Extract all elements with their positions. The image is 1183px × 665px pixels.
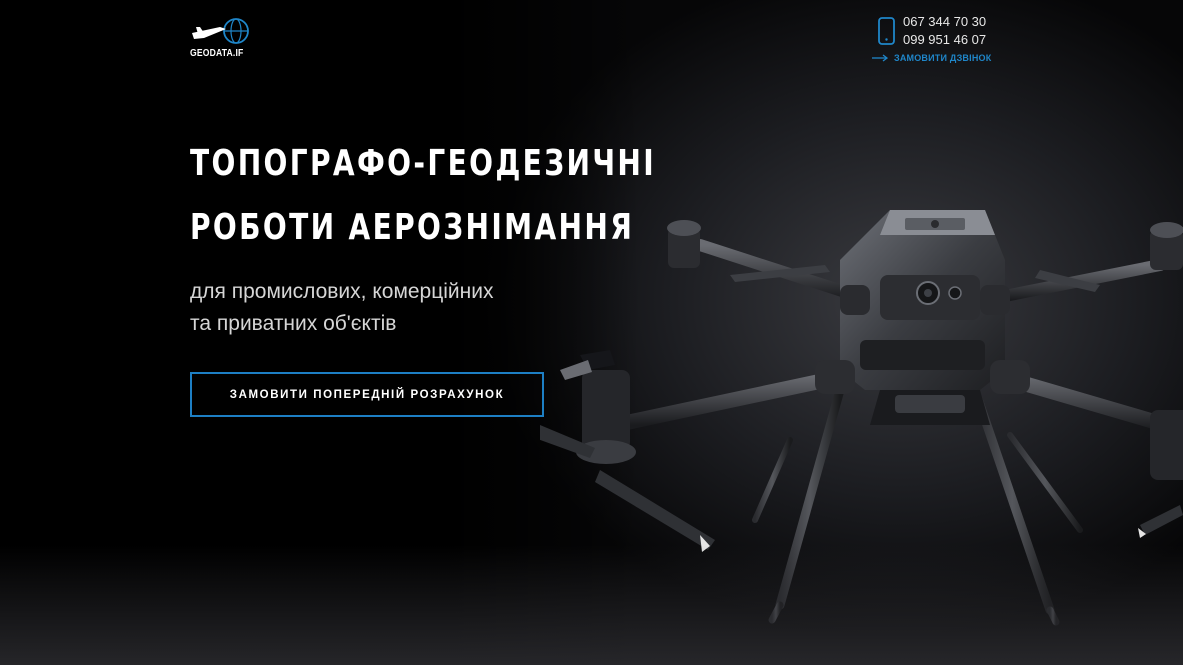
order-estimate-button-label: ЗАМОВИТИ ПОПЕРЕДНІЙ РОЗРАХУНОК [229, 388, 505, 401]
site-logo[interactable]: GEODATA.IF [190, 17, 252, 63]
phone-number-2[interactable]: 099 951 46 07 [903, 32, 986, 47]
arrow-right-icon [872, 54, 888, 62]
hero-title-line-2: РОБОТИ АЕРОЗНІМАННЯ [190, 207, 635, 248]
phone-number-1[interactable]: 067 344 70 30 [903, 14, 986, 29]
smartphone-icon [878, 17, 895, 45]
hero-title-line-1: ТОПОГРАФО-ГЕОДЕЗИЧНІ [190, 143, 657, 184]
hero-subtitle-line-1: для промислових, комерційних [190, 280, 494, 303]
hero-subtitle: для промислових, комерційних та приватни… [190, 276, 494, 340]
logo-text: GEODATA.IF [190, 48, 244, 59]
hero-title: ТОПОГРАФО-ГЕОДЕЗИЧНІ РОБОТИ АЕРОЗНІМАННЯ [190, 132, 656, 260]
hero-subtitle-line-2: та приватних об'єктів [190, 312, 397, 335]
request-call-label: ЗАМОВИТИ ДЗВІНОК [894, 53, 992, 63]
hero-section: GEODATA.IF 067 344 70 30 099 951 46 07 З… [0, 0, 1183, 665]
order-estimate-button[interactable]: ЗАМОВИТИ ПОПЕРЕДНІЙ РОЗРАХУНОК [190, 372, 544, 417]
request-call-link[interactable]: ЗАМОВИТИ ДЗВІНОК [872, 53, 991, 63]
header-contacts: 067 344 70 30 099 951 46 07 ЗАМОВИТИ ДЗВ… [872, 14, 1022, 70]
globe-plane-icon [192, 18, 249, 44]
